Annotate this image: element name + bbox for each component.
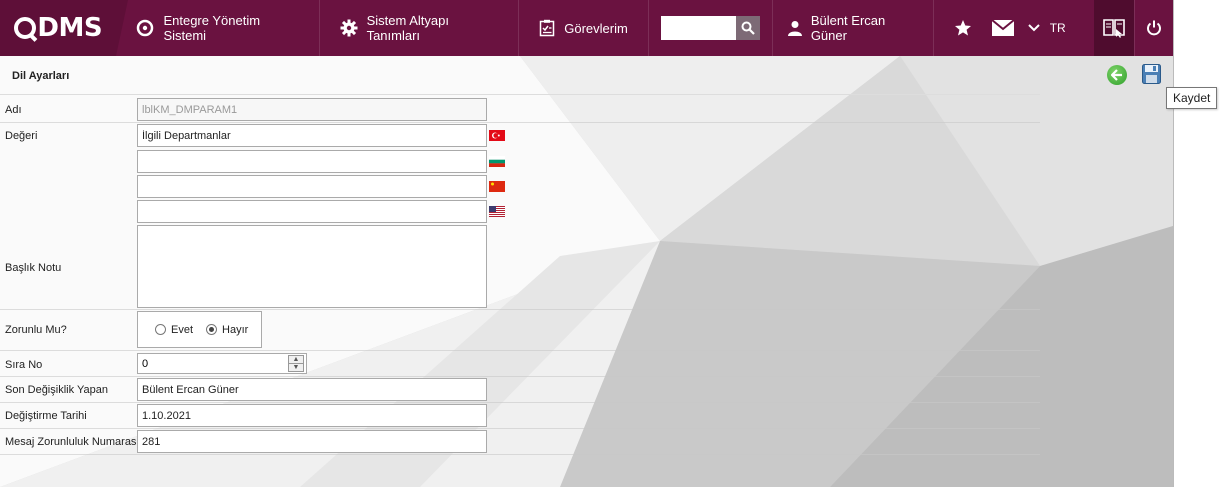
degeri-label: Değeri xyxy=(5,130,37,142)
logo-q-mark xyxy=(14,17,36,39)
stepper-up-button[interactable]: ▲ xyxy=(289,356,303,364)
logo-text: DMS xyxy=(37,13,102,43)
adi-label: Adı xyxy=(5,104,22,116)
sira-no-input[interactable] xyxy=(138,354,283,373)
clipboard-icon xyxy=(539,19,555,37)
degeri-bg-field[interactable] xyxy=(137,150,487,173)
language-selector[interactable]: TR xyxy=(1028,21,1066,35)
language-code: TR xyxy=(1050,21,1066,35)
user-icon xyxy=(787,20,803,36)
help-button[interactable] xyxy=(1094,0,1134,56)
radio-label: Hayır xyxy=(222,324,248,336)
china-flag-icon xyxy=(489,181,505,192)
row-divider xyxy=(0,309,1040,310)
nav-label: Entegre Yönetim Sistemi xyxy=(163,13,298,43)
degeri-tr-field[interactable] xyxy=(137,124,487,147)
user-menu[interactable]: Bülent Ercan Güner xyxy=(773,0,934,56)
page-title: Dil Ayarları xyxy=(12,70,69,82)
sira-no-stepper: ▲ ▼ xyxy=(137,353,307,374)
divider xyxy=(0,94,1040,95)
radio-evet[interactable]: Evet xyxy=(155,324,193,336)
app-logo: DMS xyxy=(14,13,102,43)
user-name: Bülent Ercan Güner xyxy=(811,13,919,43)
star-icon xyxy=(954,19,972,37)
bulgaria-flag-icon xyxy=(489,156,505,167)
content-area: Dil Ayarları Adı Değeri Başlık Notu Zoru… xyxy=(0,56,1173,487)
chevron-down-icon xyxy=(1028,24,1040,32)
radio-label: Evet xyxy=(171,324,193,336)
sira-no-label: Sıra No xyxy=(5,359,42,371)
search-icon xyxy=(741,21,755,35)
nav-sistem-altyapi[interactable]: Sistem Altyapı Tanımları xyxy=(320,0,520,56)
nav-entegre-yonetim[interactable]: Entegre Yönetim Sistemi xyxy=(116,0,319,56)
window-edge xyxy=(1173,0,1223,487)
turkey-flag-icon xyxy=(489,130,505,141)
nav-label: Görevlerim xyxy=(564,21,628,36)
stepper-buttons: ▲ ▼ xyxy=(288,355,304,372)
nav-label: Sistem Altyapı Tanımları xyxy=(367,13,499,43)
row-divider xyxy=(0,402,1040,403)
row-divider xyxy=(0,122,1040,123)
arrow-left-icon xyxy=(1111,69,1123,81)
row-divider xyxy=(0,350,1040,351)
degistirme-tarihi-label: Değiştirme Tarihi xyxy=(5,410,87,422)
messages-button[interactable] xyxy=(982,0,1024,56)
row-divider xyxy=(0,376,1040,377)
stepper-down-button[interactable]: ▼ xyxy=(289,364,303,371)
back-button[interactable] xyxy=(1107,65,1127,85)
radio-circle[interactable] xyxy=(155,324,166,335)
usa-flag-icon xyxy=(489,206,505,217)
son-degisiklik-field[interactable] xyxy=(137,378,487,401)
degeri-us-field[interactable] xyxy=(137,200,487,223)
mesaj-zorunluluk-field[interactable] xyxy=(137,430,487,453)
search-button[interactable] xyxy=(736,16,760,40)
floppy-disk-icon xyxy=(1142,64,1161,84)
search-input[interactable] xyxy=(661,16,736,40)
radio-circle-selected[interactable] xyxy=(206,324,217,335)
search-area xyxy=(649,0,773,56)
son-degisiklik-label: Son Değişiklik Yapan xyxy=(5,384,108,396)
zorunlu-label: Zorunlu Mu? xyxy=(5,324,67,336)
save-tooltip: Kaydet xyxy=(1166,87,1217,109)
favorites-button[interactable] xyxy=(934,0,982,56)
baslik-notu-label: Başlık Notu xyxy=(5,262,61,274)
baslik-notu-field[interactable] xyxy=(137,225,487,308)
adi-field xyxy=(137,98,487,121)
top-navigation-bar: DMS Entegre Yönetim Sistemi Sistem Altya… xyxy=(0,0,1173,56)
mesaj-zorunluluk-label: Mesaj Zorunluluk Numarası xyxy=(5,436,140,448)
row-divider xyxy=(0,428,1040,429)
q-circle-icon xyxy=(136,19,154,37)
nav-gorevlerim[interactable]: Görevlerim xyxy=(519,0,649,56)
degeri-cn-field[interactable] xyxy=(137,175,487,198)
book-help-icon xyxy=(1102,17,1126,39)
power-icon xyxy=(1146,20,1162,36)
logo-area[interactable]: DMS xyxy=(0,0,116,56)
save-button[interactable] xyxy=(1142,64,1161,84)
row-divider xyxy=(0,454,1040,455)
zorunlu-radio-group: Evet Hayır xyxy=(137,311,262,348)
logout-button[interactable] xyxy=(1134,0,1173,56)
gear-icon xyxy=(340,19,358,37)
radio-hayir[interactable]: Hayır xyxy=(206,324,248,336)
degistirme-tarihi-field[interactable] xyxy=(137,404,487,427)
envelope-icon xyxy=(992,20,1014,36)
